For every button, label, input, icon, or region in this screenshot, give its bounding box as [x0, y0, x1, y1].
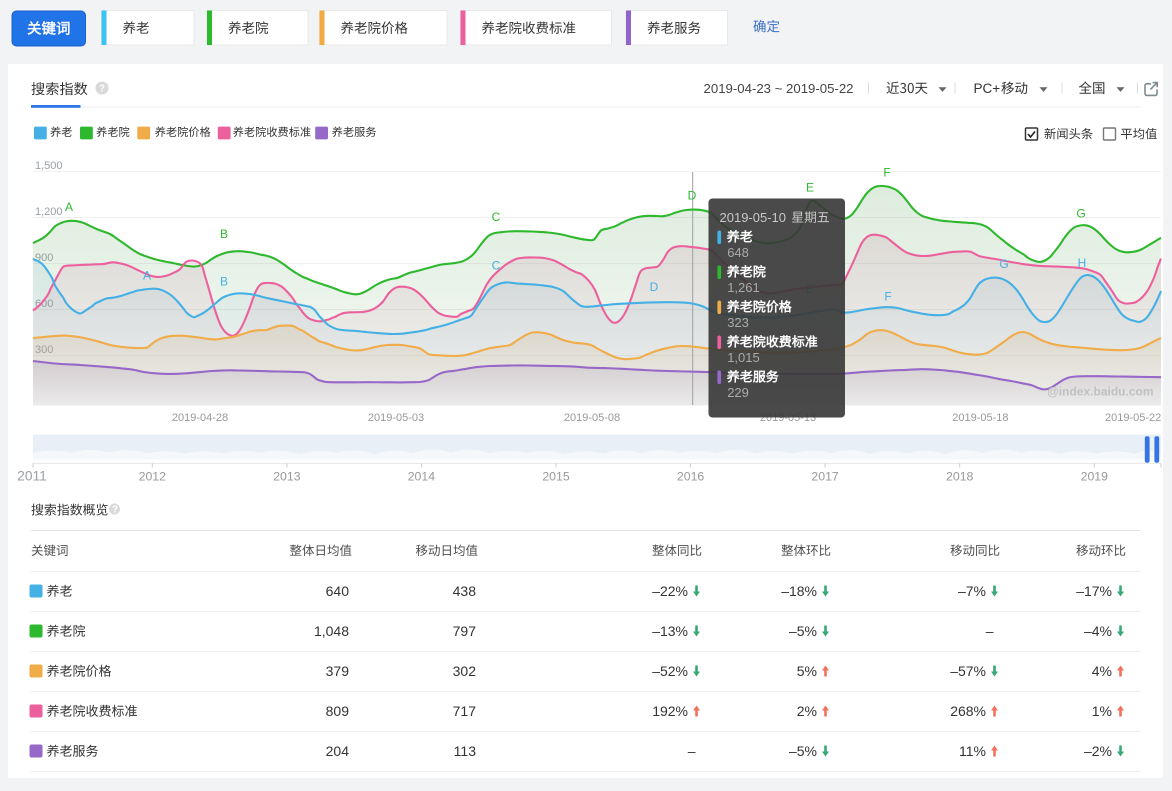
svg-text:–5%: –5% — [789, 743, 817, 759]
svg-text:A: A — [65, 200, 73, 214]
svg-text:2017: 2017 — [811, 470, 839, 484]
svg-text:–: – — [688, 743, 696, 759]
svg-text:2019-04-23 ~ 2019-05-22: 2019-04-23 ~ 2019-05-22 — [704, 81, 854, 96]
svg-text:797: 797 — [453, 623, 477, 639]
svg-text:2012: 2012 — [139, 470, 167, 484]
svg-text:E: E — [806, 181, 814, 195]
svg-text:1,015: 1,015 — [727, 350, 760, 365]
svg-text:–13%: –13% — [652, 623, 688, 639]
svg-text:–5%: –5% — [789, 623, 817, 639]
svg-text:2014: 2014 — [408, 470, 436, 484]
svg-text:268%: 268% — [950, 703, 986, 719]
svg-text:?: ? — [112, 505, 118, 516]
svg-text:2019-05-03: 2019-05-03 — [368, 412, 424, 424]
svg-text:1,500: 1,500 — [35, 160, 63, 172]
svg-text:–57%: –57% — [950, 663, 986, 679]
svg-text:717: 717 — [453, 703, 477, 719]
svg-text:229: 229 — [727, 385, 749, 400]
svg-text:–17%: –17% — [1076, 583, 1112, 599]
svg-text:1,261: 1,261 — [727, 280, 760, 295]
svg-text:D: D — [650, 280, 659, 294]
svg-text:B: B — [220, 275, 228, 289]
svg-text:–7%: –7% — [958, 583, 986, 599]
svg-text:2%: 2% — [797, 703, 817, 719]
svg-text:G: G — [999, 257, 1008, 271]
svg-text:648: 648 — [727, 245, 749, 260]
svg-text:1,200: 1,200 — [35, 206, 63, 218]
svg-text:192%: 192% — [652, 703, 688, 719]
svg-text:2019-05-22: 2019-05-22 — [1105, 412, 1161, 424]
svg-text:–4%: –4% — [1084, 623, 1112, 639]
svg-text:5%: 5% — [797, 663, 817, 679]
svg-text:2011: 2011 — [17, 469, 47, 484]
svg-text:113: 113 — [454, 743, 477, 759]
svg-text:2019-04-28: 2019-04-28 — [172, 412, 228, 424]
svg-text:C: C — [492, 259, 501, 273]
svg-text:204: 204 — [326, 743, 350, 759]
svg-text:C: C — [492, 210, 501, 224]
svg-text:–: – — [986, 623, 994, 639]
svg-text:–22%: –22% — [652, 583, 688, 599]
svg-text:2019: 2019 — [1081, 470, 1109, 484]
svg-text:11%: 11% — [959, 743, 986, 759]
svg-text:2016: 2016 — [677, 470, 705, 484]
svg-text:302: 302 — [453, 663, 477, 679]
svg-text:438: 438 — [453, 583, 477, 599]
svg-text:–18%: –18% — [781, 583, 817, 599]
svg-text:2015: 2015 — [542, 470, 570, 484]
svg-text:2019-05-08: 2019-05-08 — [564, 412, 620, 424]
svg-text:A: A — [143, 269, 151, 283]
svg-text:–2%: –2% — [1084, 743, 1112, 759]
svg-text:?: ? — [99, 84, 105, 95]
svg-text:4%: 4% — [1092, 663, 1112, 679]
svg-text:2018: 2018 — [946, 470, 974, 484]
svg-text:640: 640 — [326, 583, 350, 599]
svg-text:1%: 1% — [1092, 703, 1112, 719]
svg-text:–52%: –52% — [652, 663, 688, 679]
svg-text:H: H — [1078, 256, 1087, 270]
svg-text:D: D — [688, 189, 697, 203]
svg-text:G: G — [1076, 207, 1085, 221]
svg-text:2019-05-18: 2019-05-18 — [952, 412, 1008, 424]
svg-text:2019-05-10: 2019-05-10 — [720, 210, 787, 225]
svg-text:B: B — [220, 227, 228, 241]
svg-text:1,048: 1,048 — [314, 623, 349, 639]
svg-text:323: 323 — [727, 315, 749, 330]
svg-text:F: F — [883, 166, 890, 180]
svg-text:@index.baidu.com: @index.baidu.com — [1047, 384, 1153, 398]
svg-text:F: F — [884, 290, 891, 304]
svg-text:379: 379 — [326, 663, 350, 679]
svg-text:2013: 2013 — [273, 470, 301, 484]
svg-text:PC+: PC+ — [974, 81, 1001, 96]
svg-text:809: 809 — [326, 703, 350, 719]
